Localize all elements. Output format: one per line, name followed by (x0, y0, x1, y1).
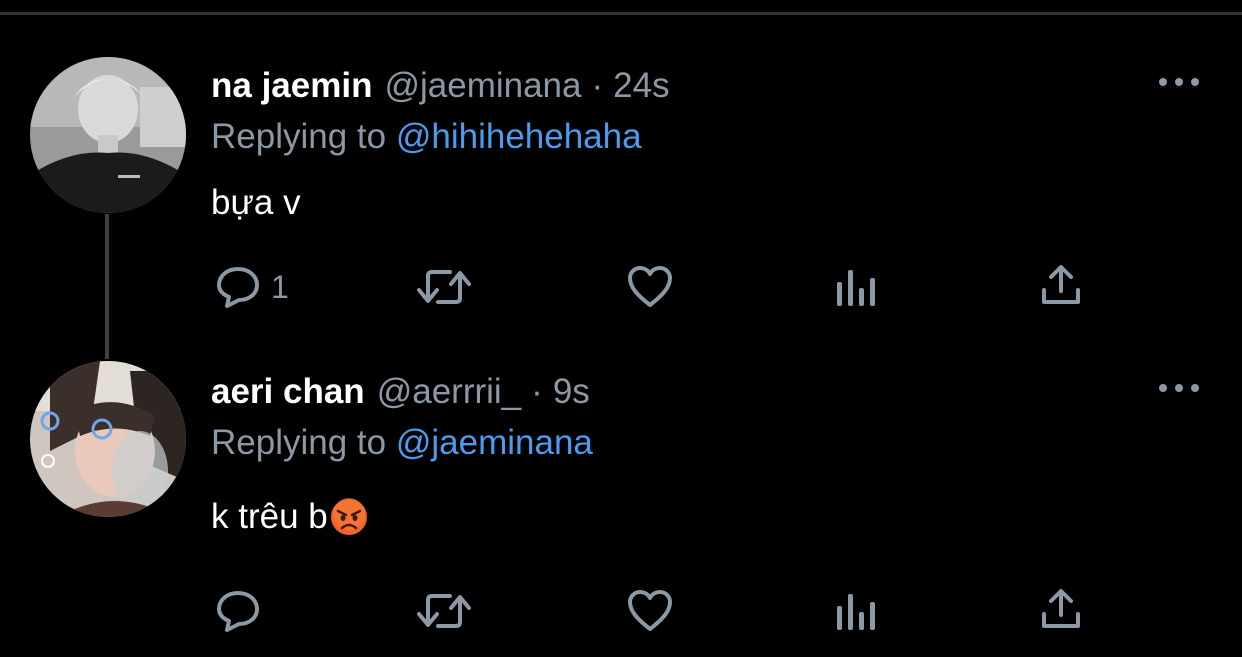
user-handle[interactable]: @aerrrii_ (377, 372, 521, 412)
tweet-text: bựa v (211, 183, 301, 223)
angry-face-emoji-icon (330, 498, 367, 535)
analytics-button[interactable] (835, 592, 877, 632)
reply-icon (217, 591, 259, 632)
timestamp[interactable]: 9s (553, 372, 590, 412)
more-options-button[interactable] (1159, 72, 1199, 92)
user-handle[interactable]: @jaeminana (384, 66, 581, 106)
dot-icon (1159, 78, 1167, 86)
retweet-icon (417, 594, 471, 628)
tweet-body: bựa v (211, 183, 301, 222)
dot-icon (1191, 384, 1199, 392)
separator-dot: · (591, 66, 604, 105)
replying-to-line: Replying to @hihihehehaha (211, 117, 642, 157)
tweet-body: k trêu b (211, 497, 328, 536)
retweet-button[interactable] (416, 266, 472, 308)
share-button[interactable] (1040, 588, 1082, 630)
tweet-text: k trêu b (211, 497, 368, 537)
replying-to-line: Replying to @jaeminana (211, 423, 593, 463)
dot-icon (1159, 384, 1167, 392)
timestamp[interactable]: 24s (613, 66, 669, 106)
share-icon (1042, 589, 1080, 628)
retweet-button[interactable] (416, 590, 472, 632)
avatar[interactable] (30, 57, 186, 213)
tweet-header: aeri chan @aerrrii_ · 9s (211, 372, 590, 412)
more-options-button[interactable] (1159, 378, 1199, 398)
dot-icon (1191, 78, 1199, 86)
like-button[interactable] (627, 589, 673, 633)
avatar[interactable] (30, 361, 186, 517)
display-name[interactable]: na jaemin (211, 66, 372, 106)
analytics-icon (837, 594, 875, 630)
like-button[interactable] (627, 265, 673, 309)
dot-icon (1175, 384, 1183, 392)
reply-count: 1 (271, 268, 289, 305)
analytics-icon (837, 270, 875, 306)
separator-dot: · (531, 372, 543, 411)
replying-to-label: Replying to (211, 423, 387, 462)
like-icon (628, 266, 672, 307)
replying-to-label: Replying to (211, 117, 387, 156)
like-icon (628, 590, 672, 631)
display-name[interactable]: aeri chan (211, 372, 365, 412)
share-icon (1042, 265, 1080, 304)
analytics-button[interactable] (835, 268, 877, 308)
thread-connector-line (105, 214, 109, 359)
tweet-header: na jaemin @jaeminana · 24s (211, 66, 670, 106)
replying-to-mention[interactable]: @jaeminana (396, 423, 593, 462)
retweet-icon (417, 270, 471, 304)
dot-icon (1175, 78, 1183, 86)
share-button[interactable] (1040, 264, 1082, 306)
replying-to-mention[interactable]: @hihihehehaha (396, 117, 642, 156)
reply-button[interactable] (215, 589, 261, 633)
reply-icon (217, 267, 259, 308)
top-divider (0, 12, 1242, 15)
reply-button[interactable]: 1 (215, 265, 289, 309)
